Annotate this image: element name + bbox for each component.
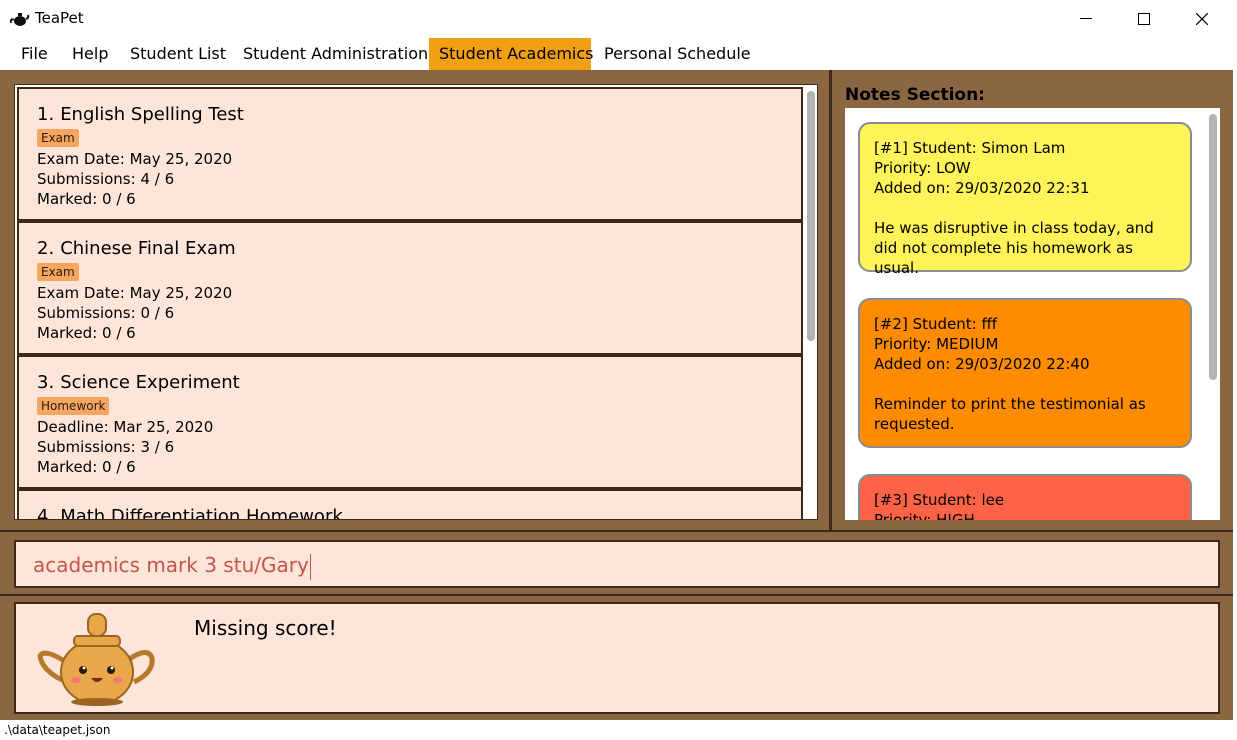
item-tag: Exam [37,129,79,147]
data-file-path: .\data\teapet.json [4,723,111,737]
teapot-app-icon [10,13,30,26]
menu-bar: File Help Student List Student Administr… [0,38,1233,70]
academic-item[interactable]: 4. Math Differentiation Homework [17,489,803,520]
teapot-mascot-icon [37,613,155,706]
item-submissions: Submissions: 3 / 6 [37,438,175,456]
menu-student-academics[interactable]: Student Academics [429,38,594,70]
window-title: TeaPet [35,9,84,27]
panel-divider [0,594,1233,596]
notes-section-label: Notes Section: [845,85,985,105]
close-icon [1196,13,1208,25]
item-marked: Marked: 0 / 6 [37,190,136,208]
item-title: Math Differentiation Homework [60,506,343,520]
item-title: Chinese Final Exam [60,238,236,259]
item-index: 2. [37,238,55,259]
minimize-button[interactable] [1057,0,1115,38]
command-box[interactable]: academics mark 3 stu/Gary [14,540,1220,588]
item-marked: Marked: 0 / 6 [37,324,136,342]
text-caret [309,553,311,580]
maximize-button[interactable] [1115,0,1173,38]
item-date: Deadline: Mar 25, 2020 [37,418,214,436]
notes-list[interactable]: [#1] Student: Simon Lam Priority: LOW Ad… [845,108,1220,520]
menu-student-administration[interactable]: Student Administration [233,38,438,70]
list-scrollbar[interactable] [807,89,815,515]
command-input[interactable]: academics mark 3 stu/Gary [33,553,311,580]
note-added: Added on: 29/03/2020 22:31 [874,179,1090,197]
maximize-icon [1138,13,1150,25]
note-header: [#2] Student: fff [874,315,998,333]
note-card[interactable]: [#3] Student: lee Priority: HIGH [858,474,1192,520]
item-index: 3. [37,372,55,393]
academic-item[interactable]: 3. Science Experiment Homework Deadline: … [17,355,803,489]
academic-item[interactable]: 1. English Spelling Test Exam Exam Date: … [17,87,803,221]
note-body: He was disruptive in class today, and di… [874,219,1154,277]
panel-divider [829,70,832,532]
item-tag: Exam [37,263,79,281]
note-added: Added on: 29/03/2020 22:40 [874,355,1090,373]
note-header: [#3] Student: lee [874,491,1005,509]
item-title: English Spelling Test [60,104,244,125]
item-date: Exam Date: May 25, 2020 [37,284,233,302]
scrollbar-thumb[interactable] [1209,114,1217,380]
item-title: Science Experiment [60,372,240,393]
note-priority: Priority: MEDIUM [874,335,999,353]
status-bar: .\data\teapet.json [0,720,1233,740]
result-display: Missing score! [14,602,1220,714]
menu-file[interactable]: File [11,38,58,70]
academic-item[interactable]: 2. Chinese Final Exam Exam Exam Date: May… [17,221,803,355]
title-bar: TeaPet [0,0,1233,38]
result-message: Missing score! [194,616,337,640]
item-index: 1. [37,104,55,125]
item-marked: Marked: 0 / 6 [37,458,136,476]
item-date: Exam Date: May 25, 2020 [37,150,233,168]
note-body: Reminder to print the testimonial as req… [874,395,1146,433]
menu-student-list[interactable]: Student List [120,38,236,70]
item-index: 4. [37,506,55,520]
minimize-icon [1080,18,1092,19]
item-tag: Homework [37,397,110,415]
menu-help[interactable]: Help [62,38,118,70]
item-submissions: Submissions: 0 / 6 [37,304,175,322]
note-header: [#1] Student: Simon Lam [874,139,1066,157]
item-submissions: Submissions: 4 / 6 [37,170,175,188]
notes-scrollbar[interactable] [1209,114,1217,514]
panel-divider [0,530,1233,532]
academics-list[interactable]: 1. English Spelling Test Exam Exam Date: … [14,84,818,520]
command-text: academics mark 3 stu/Gary [33,553,309,577]
main-area: 1. English Spelling Test Exam Exam Date: … [0,70,1233,720]
menu-personal-schedule[interactable]: Personal Schedule [594,38,761,70]
note-card[interactable]: [#2] Student: fff Priority: MEDIUM Added… [858,298,1192,448]
close-button[interactable] [1173,0,1231,38]
note-priority: Priority: HIGH [874,511,975,520]
app-window: TeaPet File Help Student List Student Ad… [0,0,1233,740]
note-priority: Priority: LOW [874,159,971,177]
scrollbar-thumb[interactable] [807,91,815,341]
note-card[interactable]: [#1] Student: Simon Lam Priority: LOW Ad… [858,122,1192,277]
